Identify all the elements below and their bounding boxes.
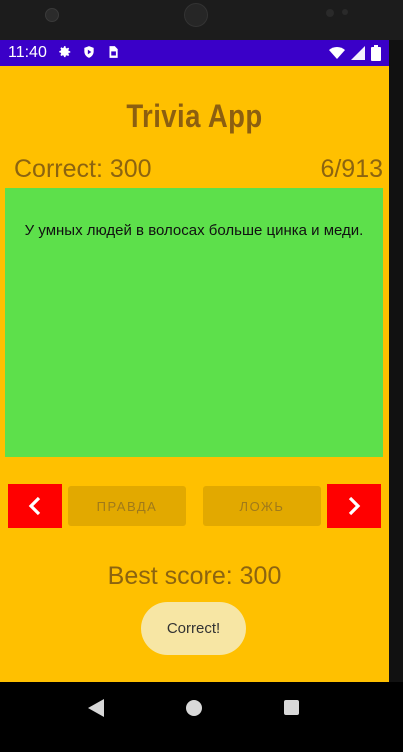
- home-icon[interactable]: [186, 700, 202, 716]
- wifi-icon: [329, 47, 345, 59]
- prev-question-button[interactable]: [8, 484, 62, 528]
- sensor-icon: [342, 9, 348, 15]
- speaker-icon: [184, 3, 208, 27]
- sensor-icon: [326, 9, 334, 17]
- question-counter: 6/913: [320, 155, 383, 183]
- cell-signal-icon: [351, 46, 365, 60]
- gear-icon: [59, 46, 71, 58]
- battery-icon: [371, 45, 381, 61]
- recent-apps-icon[interactable]: [284, 700, 299, 715]
- chevron-right-icon: [348, 496, 361, 516]
- device-top-bezel: [0, 0, 403, 40]
- camera-icon: [45, 8, 59, 22]
- app-title: Trivia App: [126, 98, 263, 134]
- chevron-left-icon: [28, 496, 41, 516]
- question-text: У умных людей в волосах больше цинка и м…: [24, 222, 364, 239]
- status-time: 11:40: [8, 44, 47, 61]
- status-bar: 11:40: [0, 40, 389, 66]
- shield-icon: [84, 46, 94, 58]
- system-nav-bar: [0, 682, 389, 752]
- next-question-button[interactable]: [327, 484, 381, 528]
- true-button[interactable]: ПРАВДА: [68, 486, 186, 526]
- best-score-label: Best score: 300: [107, 562, 282, 590]
- device-right-bezel: [389, 40, 403, 682]
- sim-icon: [109, 46, 118, 58]
- status-right-icons: [329, 44, 381, 62]
- app-screen: 11:40 Trivia App Correct: 300 6/913 У ум…: [0, 40, 389, 682]
- correct-score-label: Correct: 300: [14, 155, 152, 183]
- back-icon[interactable]: [88, 699, 104, 717]
- toast-message: Correct!: [141, 602, 246, 655]
- false-button[interactable]: ЛОЖЬ: [203, 486, 321, 526]
- question-card: У умных людей в волосах больше цинка и м…: [5, 188, 383, 457]
